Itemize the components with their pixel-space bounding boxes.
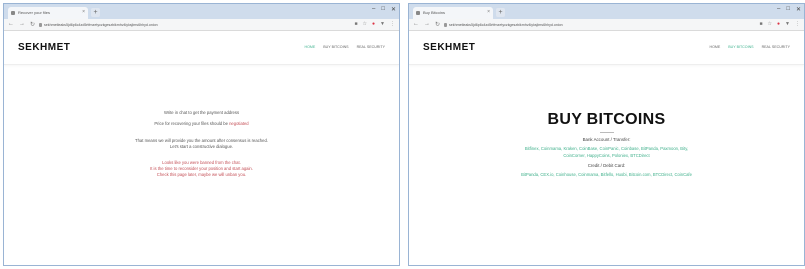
new-tab-button[interactable]: +	[91, 8, 100, 17]
bank-exchange-links: Bitfinex, Coinmama, Kraken, CoinBase, Co…	[409, 145, 804, 159]
settings-icon[interactable]: ▼	[785, 21, 790, 27]
browser-tab[interactable]: Recover your files ×	[8, 7, 88, 19]
site-nav: HOME BUY BITCOINS REAL SECURITY	[709, 45, 790, 49]
opera-icon[interactable]: ●	[777, 21, 780, 27]
close-tab-icon[interactable]: ×	[487, 9, 490, 15]
tab-title: Recover your files	[18, 10, 51, 15]
tab-bar: Buy Bitcoins × + – □ ✕	[409, 4, 804, 19]
dialogue-line: Let's start a constructive dialogue.	[169, 144, 234, 149]
browser-toolbar: ← → ↻ sekhmetleaks5jd6p6c4zd5rtfmzetyczk…	[4, 19, 399, 31]
star-icon[interactable]: ☆	[768, 21, 772, 27]
maximize-icon[interactable]: □	[786, 6, 790, 13]
card-exchange-links: BitPanda, CEX.io, Coinhouse, Coinmama, B…	[409, 171, 804, 178]
chat-instruction: Write in chat to get the payment address	[163, 110, 240, 115]
site-nav: HOME BUY BITCOINS REAL SECURITY	[304, 45, 385, 49]
browser-window-right: Buy Bitcoins × + – □ ✕ ← → ↻ sekhmetleak…	[408, 3, 805, 266]
card-label: Credit / Debit Card:	[587, 163, 626, 168]
close-tab-icon[interactable]: ×	[82, 9, 85, 15]
close-window-icon[interactable]: ✕	[796, 6, 801, 13]
menu-icon[interactable]: ⋮	[795, 21, 800, 27]
window-controls: – □ ✕	[777, 6, 801, 13]
browser-window-left: Recover your files × + – □ ✕ ← → ↻ sekhm…	[3, 3, 400, 266]
back-icon[interactable]: ←	[413, 21, 419, 28]
opera-icon[interactable]: ●	[372, 21, 375, 27]
close-window-icon[interactable]: ✕	[391, 6, 396, 13]
extension-icon[interactable]: ■	[355, 21, 358, 27]
buy-bitcoins-section: BUY BITCOINS Bank Account / Transfer: Bi…	[409, 111, 804, 178]
payment-message: Write in chat to get the payment address…	[4, 110, 399, 178]
nav-home[interactable]: HOME	[709, 45, 720, 49]
settings-icon[interactable]: ▼	[380, 21, 385, 27]
window-controls: – □ ✕	[372, 6, 396, 13]
minimize-icon[interactable]: –	[777, 6, 780, 13]
reload-icon[interactable]: ↻	[435, 21, 440, 28]
address-bar[interactable]: sekhmetleaks5jd6p6c4zd5rtfmzetyczkgeszbi…	[443, 21, 754, 29]
lock-icon	[39, 23, 42, 27]
forward-icon[interactable]: →	[19, 21, 25, 28]
bank-links-line-2[interactable]: CoinCorner, HappyCoins, Poloniex, BTCDir…	[449, 152, 764, 159]
browser-toolbar: ← → ↻ sekhmetleaks5jd6p6c4zd5rtfmzetyczk…	[409, 19, 804, 31]
menu-icon[interactable]: ⋮	[390, 21, 395, 27]
address-text: sekhmetleaks5jd6p6c4zd5rtfmzetyczkgeszbi…	[44, 23, 158, 27]
price-line: Price for recovering your files should b…	[154, 121, 249, 126]
browser-tab[interactable]: Buy Bitcoins ×	[413, 7, 493, 19]
site-header: SEKHMET HOME BUY BITCOINS REAL SECURITY	[4, 31, 399, 65]
star-icon[interactable]: ☆	[363, 21, 367, 27]
extension-icon[interactable]: ■	[760, 21, 763, 27]
address-bar[interactable]: sekhmetleaks5jd6p6c4zd5rtfmzetyczkgeszbi…	[38, 21, 349, 29]
site-logo[interactable]: SEKHMET	[18, 42, 70, 53]
nav-real-security[interactable]: REAL SECURITY	[762, 45, 790, 49]
address-text: sekhmetleaks5jd6p6c4zd5rtfmzetyczkgeszbi…	[449, 23, 563, 27]
nav-home[interactable]: HOME	[304, 45, 315, 49]
lock-icon	[444, 23, 447, 27]
bank-transfer-label: Bank Account / Transfer:	[582, 137, 631, 142]
favicon-icon	[416, 11, 420, 15]
title-divider	[599, 132, 614, 133]
tab-bar: Recover your files × + – □ ✕	[4, 4, 399, 19]
minimize-icon[interactable]: –	[372, 6, 375, 13]
maximize-icon[interactable]: □	[381, 6, 385, 13]
nav-buy-bitcoins[interactable]: BUY BITCOINS	[728, 45, 753, 49]
favicon-icon	[11, 11, 15, 15]
ban-line-3: Check this page later, maybe we will unb…	[156, 172, 247, 177]
nav-buy-bitcoins[interactable]: BUY BITCOINS	[323, 45, 348, 49]
reload-icon[interactable]: ↻	[30, 21, 35, 28]
back-icon[interactable]: ←	[8, 21, 14, 28]
site-logo[interactable]: SEKHMET	[423, 42, 475, 53]
negotiated-text: negotiated	[229, 121, 249, 126]
forward-icon[interactable]: →	[424, 21, 430, 28]
ban-notice: Looks like you were banned from the chat…	[4, 160, 399, 178]
nav-real-security[interactable]: REAL SECURITY	[357, 45, 385, 49]
site-header: SEKHMET HOME BUY BITCOINS REAL SECURITY	[409, 31, 804, 65]
tab-title: Buy Bitcoins	[423, 10, 446, 15]
page-title: BUY BITCOINS	[547, 111, 666, 128]
card-links-line[interactable]: BitPanda, CEX.io, Coinhouse, Coinmama, B…	[449, 171, 764, 178]
bank-links-line-1[interactable]: Bitfinex, Coinmama, Kraken, CoinBase, Co…	[449, 145, 764, 152]
new-tab-button[interactable]: +	[496, 8, 505, 17]
